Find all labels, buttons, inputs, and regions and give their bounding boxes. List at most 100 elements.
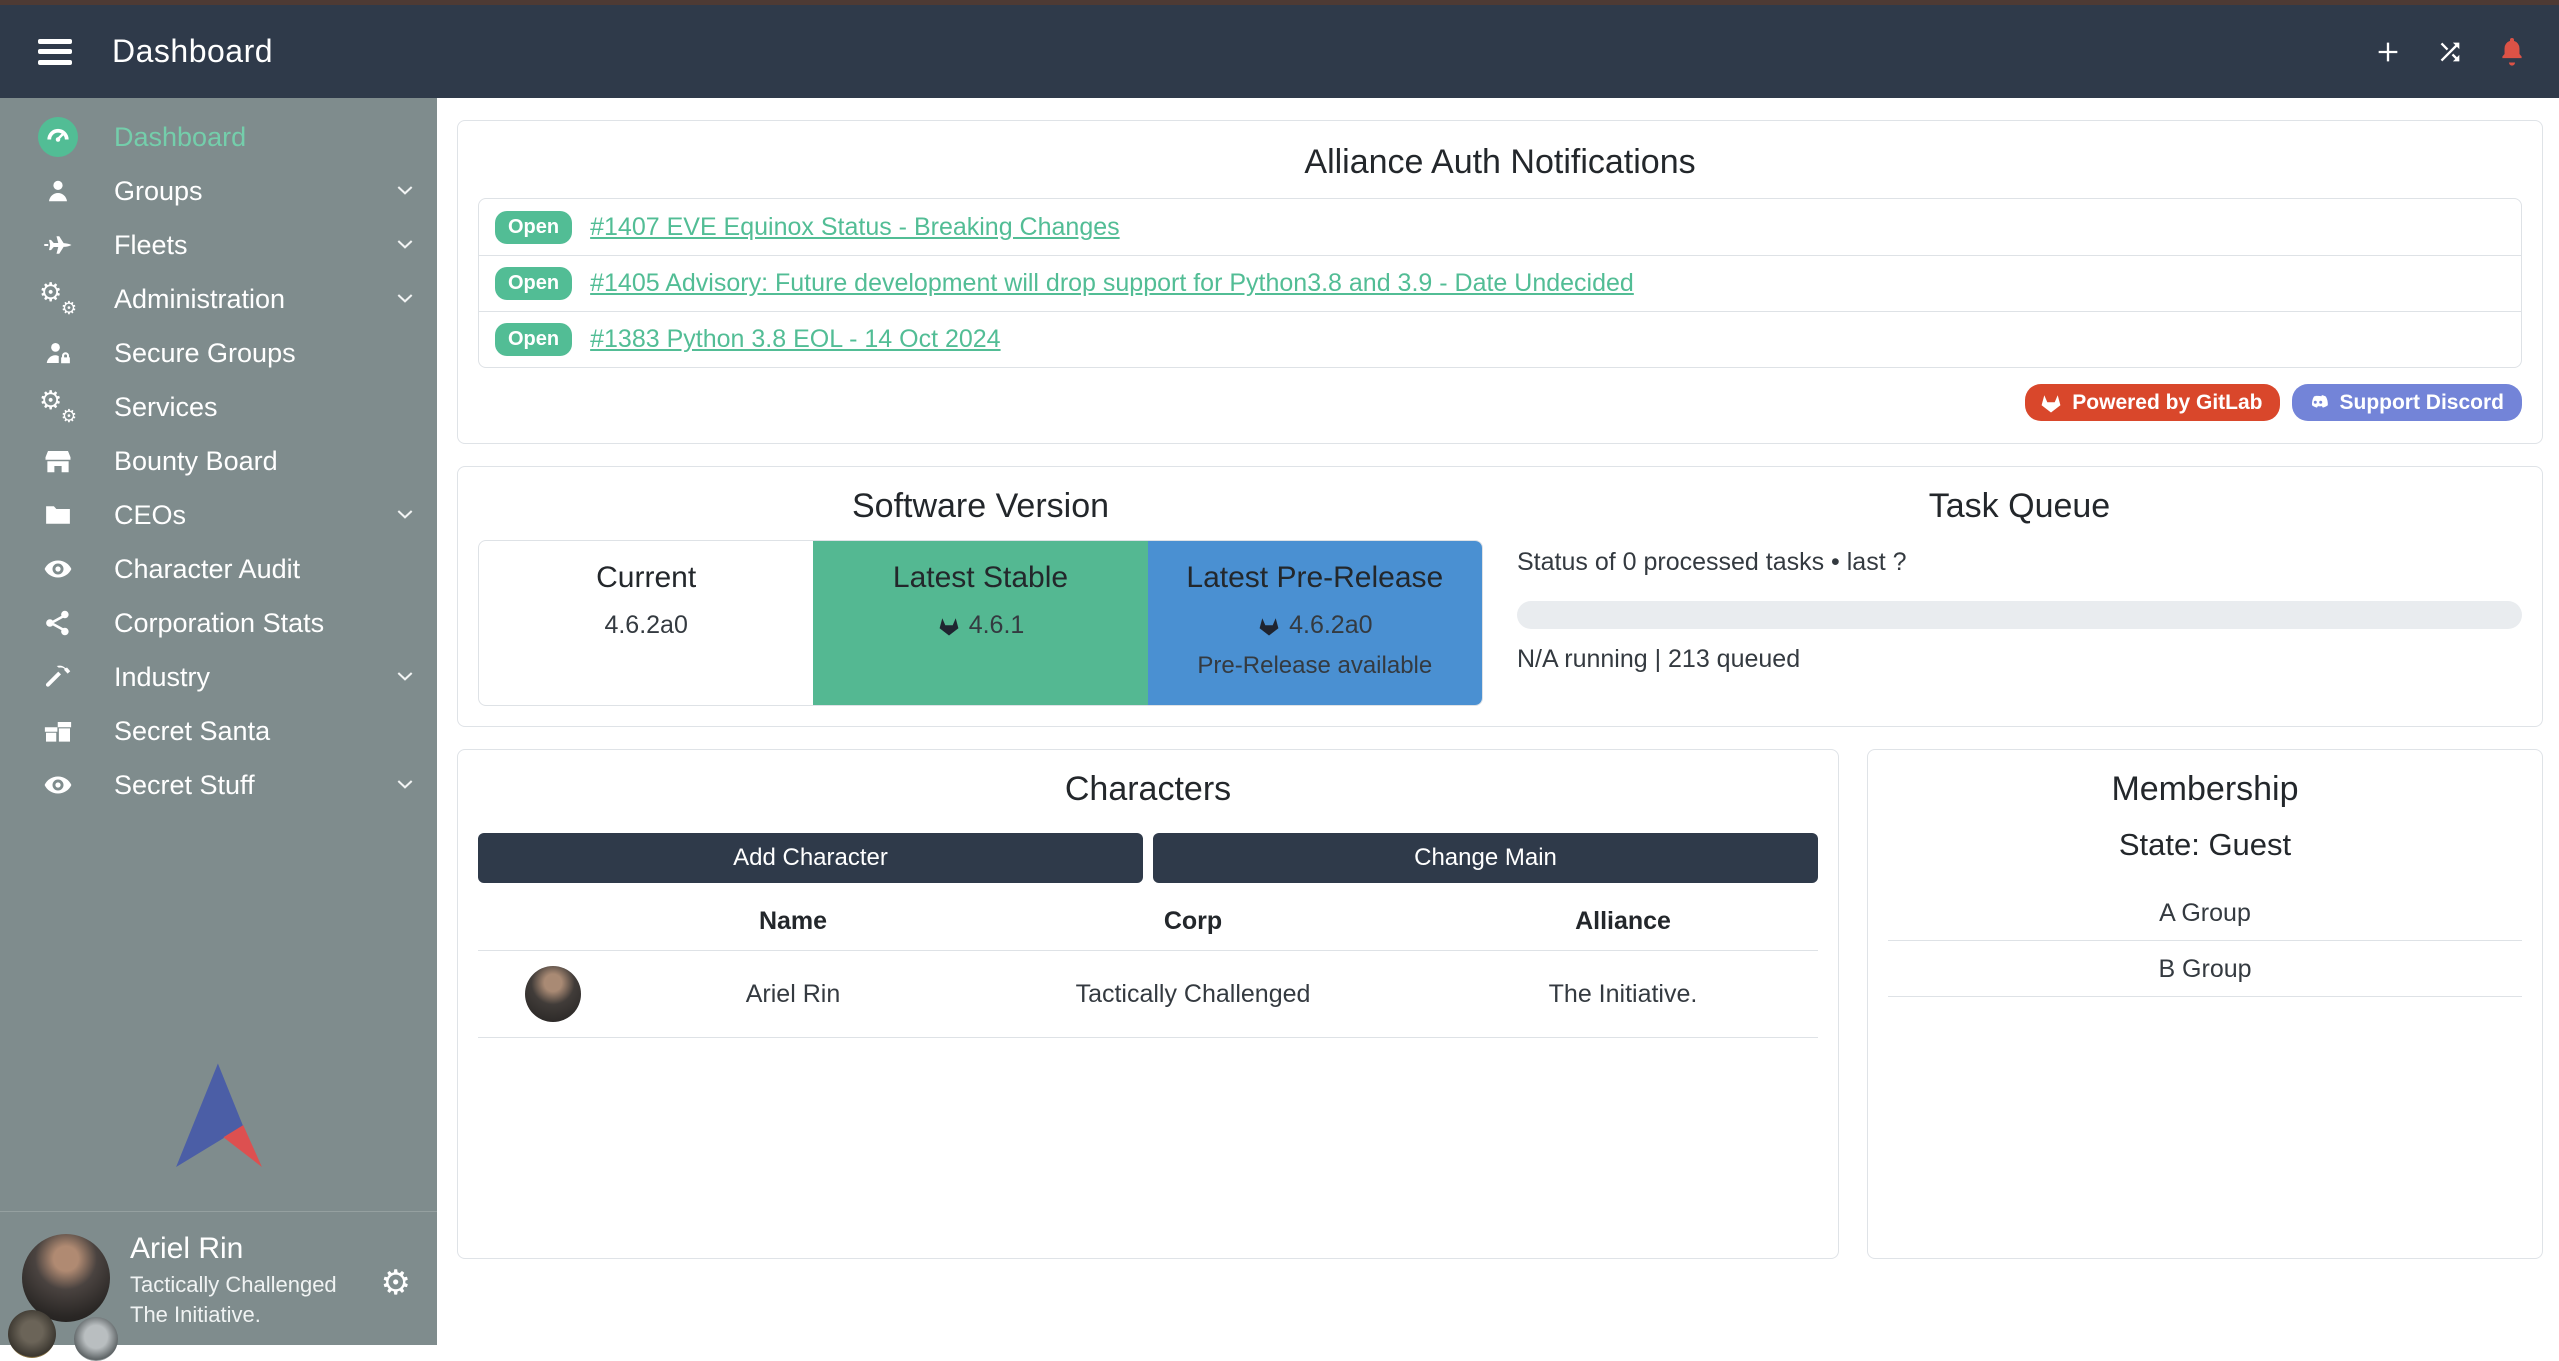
gitlab-icon [2039, 391, 2063, 415]
version-strip: Current 4.6.2a0 Latest Stable 4.6.1 Late… [478, 540, 1483, 706]
membership-panel: Membership State: Guest A Group B Group [1867, 749, 2543, 1259]
change-main-button[interactable]: Change Main [1153, 833, 1818, 883]
discord-icon [2306, 391, 2330, 415]
character-corp: Tactically Challenged [958, 980, 1428, 1009]
task-queue-status: Status of 0 processed tasks • last ? [1517, 548, 2522, 577]
badge-label: Support Discord [2339, 391, 2504, 415]
sidebar-item-label: Industry [114, 662, 210, 693]
membership-state: State: Guest [1888, 827, 2522, 863]
sidebar-item-label: Secret Santa [114, 716, 270, 747]
top-navbar: Dashboard [0, 5, 2559, 98]
sidebar-item-label: Secret Stuff [114, 770, 255, 801]
main-content: Alliance Auth Notifications Open #1407 E… [437, 98, 2559, 1345]
corp-logo [8, 1310, 56, 1358]
notifications-panel: Alliance Auth Notifications Open #1407 E… [457, 120, 2543, 444]
group-list: A Group B Group [1888, 885, 2522, 997]
gitlab-icon [937, 614, 961, 638]
chevron-down-icon [393, 503, 417, 527]
notification-link[interactable]: #1405 Advisory: Future development will … [590, 269, 1634, 298]
add-character-button[interactable]: Add Character [478, 833, 1143, 883]
sidebar-divider [0, 1211, 437, 1212]
shuffle-icon[interactable] [2433, 35, 2467, 69]
sidebar-item-bounty-board[interactable]: Bounty Board [0, 434, 437, 488]
notification-row: Open #1383 Python 3.8 EOL - 14 Oct 2024 [479, 311, 2521, 367]
notification-link[interactable]: #1383 Python 3.8 EOL - 14 Oct 2024 [590, 325, 1000, 354]
gear-icon[interactable]: ⚙ [381, 1266, 411, 1300]
chevron-down-icon [393, 665, 417, 689]
sidebar-item-label: Character Audit [114, 554, 300, 585]
sidebar-item-label: CEOs [114, 500, 186, 531]
sidebar-item-character-audit[interactable]: Character Audit [0, 542, 437, 596]
store-icon [36, 446, 80, 476]
status-panel: Software Version Current 4.6.2a0 Latest … [457, 466, 2543, 727]
prerelease-version: 4.6.2a0 [1289, 611, 1372, 640]
support-discord-badge[interactable]: Support Discord [2292, 384, 2522, 421]
character-portrait [525, 966, 581, 1022]
sidebar-item-groups[interactable]: Groups [0, 164, 437, 218]
sidebar-item-dashboard[interactable]: Dashboard [0, 110, 437, 164]
chevron-down-icon [393, 773, 417, 797]
fighter-jet-icon [36, 230, 80, 260]
sidebar-item-label: Fleets [114, 230, 188, 261]
chevron-down-icon [393, 233, 417, 257]
eye-icon [36, 554, 80, 584]
sidebar-item-label: Dashboard [114, 122, 246, 153]
user-icon [36, 176, 80, 206]
notification-row: Open #1405 Advisory: Future development … [479, 255, 2521, 311]
tachometer-icon [38, 117, 78, 157]
task-queue-title: Task Queue [1517, 487, 2522, 526]
stable-version: 4.6.1 [969, 611, 1025, 640]
user-corp: Tactically Challenged [130, 1272, 337, 1298]
hammer-icon [36, 662, 80, 692]
plus-icon[interactable] [2371, 35, 2405, 69]
status-badge: Open [495, 323, 572, 356]
notifications-list: Open #1407 EVE Equinox Status - Breaking… [478, 198, 2522, 368]
membership-title: Membership [1888, 770, 2522, 809]
folder-icon [36, 500, 80, 530]
sidebar-item-secret-santa[interactable]: Secret Santa [0, 704, 437, 758]
character-name: Ariel Rin [628, 980, 958, 1009]
sidebar-item-administration[interactable]: ⚙⚙ Administration [0, 272, 437, 326]
sidebar-item-secret-stuff[interactable]: Secret Stuff [0, 758, 437, 812]
user-alliance: The Initiative. [130, 1302, 261, 1328]
sidebar-item-label: Administration [114, 284, 285, 315]
character-alliance: The Initiative. [1428, 980, 1818, 1009]
notification-row: Open #1407 EVE Equinox Status - Breaking… [479, 199, 2521, 255]
sidebar-item-label: Bounty Board [114, 446, 278, 477]
eye-icon [36, 770, 80, 800]
sidebar: Dashboard Groups Fleets ⚙⚙ Administratio… [0, 98, 437, 1345]
sidebar-item-fleets[interactable]: Fleets [0, 218, 437, 272]
menu-icon[interactable] [38, 39, 72, 65]
software-version-title: Software Version [478, 487, 1483, 526]
page-title: Dashboard [112, 33, 273, 70]
status-badge: Open [495, 267, 572, 300]
sidebar-item-industry[interactable]: Industry [0, 650, 437, 704]
sidebar-item-corporation-stats[interactable]: Corporation Stats [0, 596, 437, 650]
cogs-icon: ⚙⚙ [36, 390, 80, 424]
current-version: 4.6.2a0 [604, 611, 687, 640]
alliance-auth-logo [0, 1058, 437, 1178]
task-queue-summary: N/A running | 213 queued [1517, 645, 2522, 674]
column-name: Name [628, 907, 958, 936]
list-item: B Group [1888, 941, 2522, 997]
powered-by-gitlab-badge[interactable]: Powered by GitLab [2025, 384, 2280, 421]
sidebar-item-ceos[interactable]: CEOs [0, 488, 437, 542]
task-queue-section: Task Queue Status of 0 processed tasks •… [1517, 487, 2522, 706]
sidebar-item-services[interactable]: ⚙⚙ Services [0, 380, 437, 434]
version-cell-current: Current 4.6.2a0 [479, 541, 813, 705]
user-lock-icon [36, 338, 80, 368]
notification-link[interactable]: #1407 EVE Equinox Status - Breaking Chan… [590, 213, 1120, 242]
chevron-down-icon [393, 287, 417, 311]
badge-label: Powered by GitLab [2072, 391, 2262, 415]
user-panel: Ariel Rin Tactically Challenged The Init… [0, 1226, 437, 1345]
gitlab-icon [1257, 614, 1281, 638]
notifications-title: Alliance Auth Notifications [478, 143, 2522, 182]
user-name: Ariel Rin [130, 1232, 243, 1266]
status-badge: Open [495, 211, 572, 244]
bell-icon[interactable] [2495, 35, 2529, 69]
characters-table-header: Name Corp Alliance [478, 897, 1818, 950]
prerelease-note: Pre-Release available [1148, 652, 1482, 680]
sidebar-item-label: Secure Groups [114, 338, 296, 369]
software-version-section: Software Version Current 4.6.2a0 Latest … [478, 487, 1483, 706]
sidebar-item-secure-groups[interactable]: Secure Groups [0, 326, 437, 380]
